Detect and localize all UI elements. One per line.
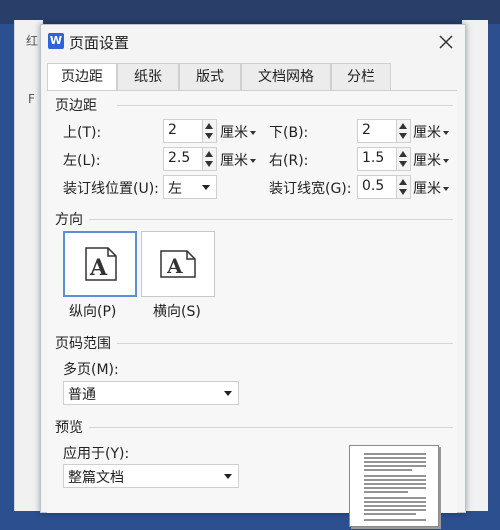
chevron-down-icon (224, 391, 232, 396)
icon-letter: A (89, 255, 108, 281)
top-margin-spinner[interactable]: 2 (163, 119, 217, 143)
arrow-up-icon[interactable] (399, 151, 407, 157)
tab-columns[interactable]: 分栏 (331, 63, 391, 91)
spinner-arrows[interactable] (202, 120, 216, 142)
left-margin-unit[interactable]: 厘米 (220, 150, 256, 170)
left-margin-label: 左(L): (63, 153, 101, 169)
arrow-down-icon[interactable] (399, 133, 407, 139)
document-a-icon: A (85, 247, 117, 281)
bottom-margin-spinner[interactable]: 2 (357, 119, 411, 143)
gutter-width-value: 0.5 (362, 178, 385, 194)
bottom-margin-label: 下(B): (269, 125, 309, 141)
section-divider (89, 427, 453, 428)
section-divider (117, 343, 453, 344)
tab-margins[interactable]: 页边距 (47, 63, 117, 93)
gutter-position-label: 装订线位置(U): (63, 181, 159, 197)
background-taskbar (0, 0, 500, 24)
tab-document-grid[interactable]: 文档网格 (241, 63, 331, 91)
apply-to-label: 应用于(Y): (63, 446, 130, 462)
landscape-label[interactable]: 横向(S) (153, 301, 201, 321)
top-margin-value: 2 (168, 122, 177, 138)
page-setup-dialog: W 页面设置 页边距 纸张 版式 文档网格 分栏 页边距 上(T): 2 厘米 … (40, 24, 466, 527)
page-preview (349, 445, 439, 527)
landscape-option[interactable]: A (141, 231, 215, 297)
right-margin-unit[interactable]: 厘米 (413, 150, 449, 170)
dialog-title: 页面设置 (69, 34, 130, 52)
caret-down-icon (250, 131, 256, 135)
gutter-position-value: 左 (168, 181, 182, 197)
spinner-arrows[interactable] (202, 148, 216, 170)
gutter-width-label: 装订线宽(G): (269, 181, 352, 197)
margins-panel: 页边距 上(T): 2 厘米 下(B): 2 厘米 左(L): 2.5 厘米 右… (47, 90, 457, 527)
gutter-position-select[interactable]: 左 (163, 175, 217, 199)
spinner-arrows[interactable] (396, 120, 410, 142)
document-a-icon: A (160, 250, 196, 278)
arrow-down-icon[interactable] (205, 161, 213, 167)
portrait-option[interactable]: A (63, 231, 137, 297)
background-glyph: 红 (26, 34, 39, 48)
right-margin-label: 右(R): (269, 153, 309, 169)
arrow-down-icon[interactable] (205, 133, 213, 139)
tab-bar: 页边距 纸张 版式 文档网格 分栏 (47, 63, 459, 93)
arrow-up-icon[interactable] (399, 179, 407, 185)
spinner-arrows[interactable] (396, 176, 410, 198)
section-divider (89, 219, 453, 220)
arrow-up-icon[interactable] (399, 123, 407, 129)
section-title-page-range: 页码范围 (55, 336, 111, 352)
background-glyph: F (28, 92, 35, 106)
top-margin-label: 上(T): (63, 125, 102, 141)
section-title-preview: 预览 (55, 420, 83, 436)
arrow-down-icon[interactable] (399, 189, 407, 195)
tab-paper[interactable]: 纸张 (117, 63, 179, 91)
arrow-up-icon[interactable] (205, 151, 213, 157)
close-button[interactable] (433, 29, 459, 55)
portrait-label[interactable]: 纵向(P) (69, 301, 116, 321)
chevron-down-icon (202, 185, 210, 190)
caret-down-icon (443, 187, 449, 191)
apply-to-select[interactable]: 整篇文档 (63, 464, 239, 488)
spinner-arrows[interactable] (396, 148, 410, 170)
multiple-pages-label: 多页(M): (63, 362, 119, 378)
left-margin-value: 2.5 (168, 150, 191, 166)
arrow-up-icon[interactable] (205, 123, 213, 129)
chevron-down-icon (224, 474, 232, 479)
multiple-pages-select[interactable]: 普通 (63, 381, 239, 405)
right-margin-value: 1.5 (362, 150, 385, 166)
right-margin-spinner[interactable]: 1.5 (357, 147, 411, 171)
multiple-pages-value: 普通 (68, 387, 96, 403)
section-title-margins: 页边距 (55, 98, 97, 114)
icon-letter: A (166, 254, 183, 278)
close-icon (439, 35, 453, 49)
gutter-width-spinner[interactable]: 0.5 (357, 175, 411, 199)
caret-down-icon (250, 159, 256, 163)
title-bar[interactable]: W 页面设置 (41, 25, 465, 59)
gutter-width-unit[interactable]: 厘米 (413, 178, 449, 198)
bottom-margin-unit[interactable]: 厘米 (413, 122, 449, 142)
wps-writer-icon: W (48, 33, 64, 49)
section-title-orientation: 方向 (55, 212, 83, 228)
arrow-down-icon[interactable] (399, 161, 407, 167)
top-margin-unit[interactable]: 厘米 (220, 122, 256, 142)
tab-layout[interactable]: 版式 (179, 63, 241, 91)
preview-text-lines (364, 453, 426, 521)
bottom-margin-value: 2 (362, 122, 371, 138)
apply-to-value: 整篇文档 (68, 470, 124, 486)
section-divider (117, 105, 453, 106)
caret-down-icon (443, 159, 449, 163)
left-margin-spinner[interactable]: 2.5 (163, 147, 217, 171)
caret-down-icon (443, 131, 449, 135)
